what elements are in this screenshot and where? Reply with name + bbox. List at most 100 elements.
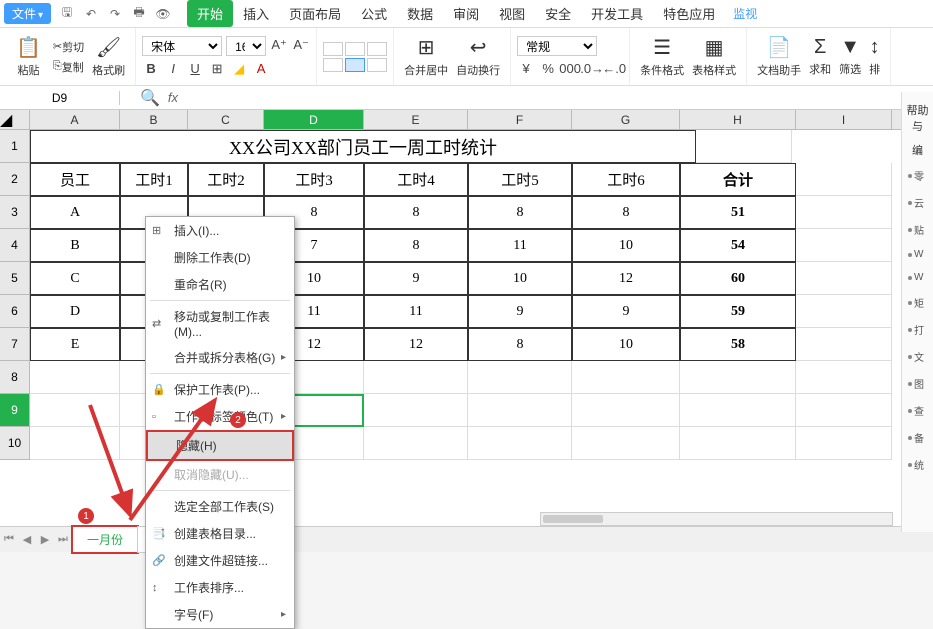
panel-item[interactable]: 备 — [902, 424, 933, 451]
row-header-2[interactable]: 2 — [0, 163, 30, 196]
cell-F8[interactable] — [468, 361, 572, 394]
panel-item[interactable]: 零 — [902, 162, 933, 189]
cell-F4[interactable]: 11 — [468, 229, 572, 262]
currency-icon[interactable]: ¥ — [517, 60, 535, 78]
cell-G8[interactable] — [572, 361, 680, 394]
align-mid-center[interactable] — [345, 58, 365, 72]
menu-sort-sheets[interactable]: ↕工作表排序... — [146, 574, 294, 601]
cell-reference[interactable]: D9 — [0, 91, 120, 105]
fx-icon[interactable]: fx — [168, 90, 178, 105]
col-header-C[interactable]: C — [188, 110, 264, 129]
row-header-9[interactable]: 9 — [0, 394, 30, 427]
col-header-B[interactable]: B — [120, 110, 188, 129]
sheet-grid[interactable]: ◢ A B C D E F G H I 1 XX公司XX部门员工一周工时统计 2… — [0, 110, 933, 530]
cell-H8[interactable] — [680, 361, 796, 394]
cell-E6[interactable]: 11 — [364, 295, 468, 328]
panel-item[interactable]: 查 — [902, 397, 933, 424]
tab-dev[interactable]: 开发工具 — [581, 0, 653, 27]
cell-C2[interactable]: 工时2 — [188, 163, 264, 196]
cell-G4[interactable]: 10 — [572, 229, 680, 262]
cell-G7[interactable]: 10 — [572, 328, 680, 361]
align-top-left[interactable] — [323, 42, 343, 56]
panel-item[interactable]: 图 — [902, 370, 933, 397]
cell-G10[interactable] — [572, 427, 680, 460]
cell-F2[interactable]: 工时5 — [468, 163, 572, 196]
cell-I1[interactable] — [696, 130, 792, 163]
panel-item[interactable]: 矩 — [902, 289, 933, 316]
col-header-G[interactable]: G — [572, 110, 680, 129]
qat-redo-icon[interactable]: ↷ — [105, 4, 125, 24]
italic-icon[interactable]: I — [164, 60, 182, 78]
cell-H9[interactable] — [680, 394, 796, 427]
doc-helper-button[interactable]: 📄文档助手 — [753, 33, 805, 80]
cell-H3[interactable]: 51 — [680, 196, 796, 229]
tab-special[interactable]: 特色应用 — [653, 0, 725, 27]
format-brush-button[interactable]: 🖌格式刷 — [88, 33, 129, 80]
cell-F3[interactable]: 8 — [468, 196, 572, 229]
panel-item[interactable]: 统 — [902, 451, 933, 478]
cell-I5[interactable] — [796, 262, 892, 295]
row-header-6[interactable]: 6 — [0, 295, 30, 328]
select-all-corner[interactable]: ◢ — [0, 110, 30, 129]
menu-delete-sheet[interactable]: 删除工作表(D) — [146, 244, 294, 271]
panel-item[interactable]: 云 — [902, 189, 933, 216]
cell-F7[interactable]: 8 — [468, 328, 572, 361]
panel-item[interactable]: W — [902, 266, 933, 289]
font-color-icon[interactable]: A — [252, 60, 270, 78]
tab-insert[interactable]: 插入 — [233, 0, 279, 27]
wrap-button[interactable]: ↩自动换行 — [452, 33, 504, 80]
increase-font-icon[interactable]: A⁺ — [270, 36, 288, 54]
title-cell[interactable]: XX公司XX部门员工一周工时统计 — [30, 130, 696, 163]
cell-G2[interactable]: 工时6 — [572, 163, 680, 196]
cell-E2[interactable]: 工时4 — [364, 163, 468, 196]
inc-decimal-icon[interactable]: .0→ — [583, 60, 601, 78]
cell-G9[interactable] — [572, 394, 680, 427]
panel-item[interactable]: 贴 — [902, 216, 933, 243]
tab-layout[interactable]: 页面布局 — [279, 0, 351, 27]
cell-I2[interactable] — [796, 163, 892, 196]
cell-E7[interactable]: 12 — [364, 328, 468, 361]
align-top-center[interactable] — [345, 42, 365, 56]
file-button[interactable]: 文件 — [4, 3, 51, 24]
cut-button[interactable]: ✂ 剪切 — [49, 37, 88, 57]
cell-F9[interactable] — [468, 394, 572, 427]
cell-G3[interactable]: 8 — [572, 196, 680, 229]
cell-E8[interactable] — [364, 361, 468, 394]
cell-F5[interactable]: 10 — [468, 262, 572, 295]
border-icon[interactable]: ⊞ — [208, 60, 226, 78]
sort-button[interactable]: ↕排 — [865, 34, 884, 79]
paste-button[interactable]: 📋粘贴 — [12, 33, 45, 80]
font-size-select[interactable]: 16 — [226, 36, 266, 56]
col-header-A[interactable]: A — [30, 110, 120, 129]
tab-review[interactable]: 审阅 — [443, 0, 489, 27]
dec-decimal-icon[interactable]: ←.0 — [605, 60, 623, 78]
row-header-7[interactable]: 7 — [0, 328, 30, 361]
qat-undo-icon[interactable]: ↶ — [81, 4, 101, 24]
cell-A5[interactable]: C — [30, 262, 120, 295]
row-header-4[interactable]: 4 — [0, 229, 30, 262]
tab-security[interactable]: 安全 — [535, 0, 581, 27]
col-header-H[interactable]: H — [680, 110, 796, 129]
tab-data[interactable]: 数据 — [397, 0, 443, 27]
row-header-5[interactable]: 5 — [0, 262, 30, 295]
cell-E10[interactable] — [364, 427, 468, 460]
col-header-I[interactable]: I — [796, 110, 892, 129]
sum-button[interactable]: Σ求和 — [805, 34, 835, 79]
tab-home[interactable]: 开始 — [187, 0, 233, 27]
qat-print-icon[interactable]: 🖶 — [129, 4, 149, 24]
tab-nav-first[interactable]: ⏮ — [0, 533, 18, 546]
fill-color-icon[interactable]: ◢ — [230, 60, 248, 78]
table-style-button[interactable]: ▦表格样式 — [688, 33, 740, 80]
cell-G5[interactable]: 12 — [572, 262, 680, 295]
number-format-select[interactable]: 常规 — [517, 36, 597, 56]
cell-B2[interactable]: 工时1 — [120, 163, 188, 196]
merge-button[interactable]: ⊞合并居中 — [400, 33, 452, 80]
cell-I7[interactable] — [796, 328, 892, 361]
menu-tab-color[interactable]: ▫工作表标签颜色(T) — [146, 403, 294, 430]
menu-protect[interactable]: 🔒保护工作表(P)... — [146, 376, 294, 403]
cell-A10[interactable] — [30, 427, 120, 460]
cell-F10[interactable] — [468, 427, 572, 460]
cell-G6[interactable]: 9 — [572, 295, 680, 328]
cell-I4[interactable] — [796, 229, 892, 262]
cell-E9[interactable] — [364, 394, 468, 427]
